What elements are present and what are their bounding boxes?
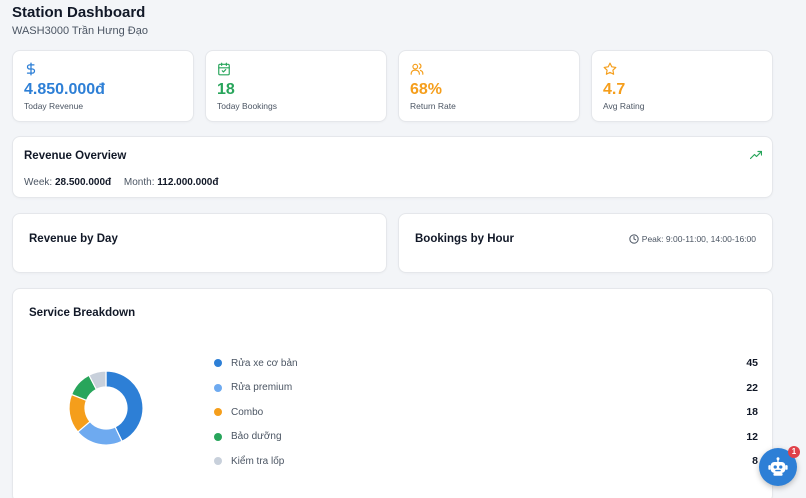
robot-icon xyxy=(768,457,788,476)
legend-color-dot xyxy=(214,359,222,368)
week-label: Week: xyxy=(24,177,53,188)
peak-hours: Peak: 9:00-11:00, 14:00-16:00 xyxy=(629,234,756,244)
stat-value: 18 xyxy=(217,81,235,98)
bookings-by-hour-title: Bookings by Hour xyxy=(415,233,515,245)
station-name: WASH3000 Trần Hưng Đạo xyxy=(12,25,148,37)
stat-label: Today Bookings xyxy=(217,101,278,111)
clock-icon xyxy=(629,234,639,244)
bookings-by-hour-card: Bookings by Hour Peak: 9:00-11:00, 14:00… xyxy=(398,213,773,273)
revenue-summary: Week: 28.500.000đ Month: 112.000.000đ xyxy=(24,177,218,188)
notification-badge: 1 xyxy=(788,446,800,458)
page-title: Station Dashboard xyxy=(12,4,146,21)
service-legend: Rửa xe cơ bản 45 Rửa premium 22 Combo 18 Bảo d… xyxy=(214,351,758,474)
stat-card-return-rate: 68% Return Rate xyxy=(398,50,580,122)
service-name: Combo xyxy=(231,406,264,418)
stat-card-bookings: 18 Today Bookings xyxy=(205,50,387,122)
service-breakdown-title: Service Breakdown xyxy=(29,307,136,319)
star-icon xyxy=(603,62,617,75)
revenue-overview-card: Revenue Overview Week: 28.500.000đ Month… xyxy=(12,136,773,198)
users-icon xyxy=(410,63,424,75)
service-name: Rửa xe cơ bản xyxy=(231,357,298,369)
dollar-icon xyxy=(26,62,36,76)
legend-color-dot xyxy=(214,457,222,466)
stat-value: 4.850.000đ xyxy=(24,81,105,98)
service-count: 8 xyxy=(752,455,758,468)
page-header: Station Dashboard WASH3000 Trần Hưng Đạo xyxy=(12,4,148,37)
stat-label: Avg Rating xyxy=(603,101,645,111)
service-count: 22 xyxy=(746,381,758,394)
stat-label: Return Rate xyxy=(410,101,456,111)
service-name: Kiểm tra lốp xyxy=(231,455,285,467)
revenue-by-day-title: Revenue by Day xyxy=(29,233,118,245)
service-count: 45 xyxy=(746,357,758,370)
service-name: Rửa premium xyxy=(231,382,293,394)
stat-value: 68% xyxy=(410,81,443,98)
service-count: 12 xyxy=(746,430,758,443)
service-breakdown-card: Service Breakdown Rửa xe cơ bản 45 Rửa pre… xyxy=(12,288,773,498)
legend-color-dot xyxy=(214,432,222,441)
legend-color-dot xyxy=(214,408,222,417)
peak-hours-text: Peak: 9:00-11:00, 14:00-16:00 xyxy=(641,234,756,244)
trending-up-icon xyxy=(750,150,762,160)
revenue-overview-title: Revenue Overview xyxy=(24,150,127,162)
legend-color-dot xyxy=(214,383,222,392)
week-value: 28.500.000đ xyxy=(54,177,112,188)
service-legend-item: Bảo dưỡng 12 xyxy=(214,425,758,450)
stat-value: 4.7 xyxy=(603,81,626,98)
stat-card-rating: 4.7 Avg Rating xyxy=(591,50,773,122)
stat-card-revenue: 4.850.000đ Today Revenue xyxy=(12,50,194,122)
service-legend-item: Rửa xe cơ bản 45 xyxy=(214,351,758,376)
service-donut-chart xyxy=(68,370,144,446)
service-legend-item: Rửa premium 22 xyxy=(214,376,758,401)
service-count: 18 xyxy=(746,406,758,419)
calendar-icon xyxy=(218,62,230,76)
service-name: Bảo dưỡng xyxy=(231,431,282,443)
service-legend-item: Combo 18 xyxy=(214,400,758,425)
revenue-by-day-card: Revenue by Day xyxy=(12,213,387,273)
service-legend-item: Kiểm tra lốp 8 xyxy=(214,449,758,474)
month-value: 112.000.000đ xyxy=(157,177,219,188)
month-label: Month: xyxy=(123,177,155,188)
stat-label: Today Revenue xyxy=(24,101,84,111)
